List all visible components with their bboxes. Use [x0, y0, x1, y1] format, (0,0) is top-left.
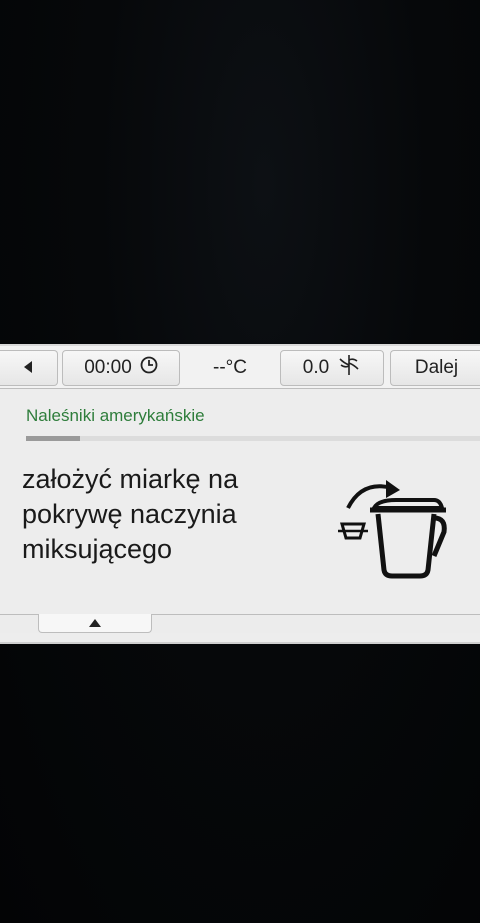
back-button[interactable] [0, 350, 58, 386]
clock-icon [140, 356, 158, 380]
device-screen: 00:00 --°C 0.0 Dalej Naleśniki amerykańs… [0, 344, 480, 644]
up-arrow-icon [89, 614, 101, 632]
next-button[interactable]: Dalej [390, 350, 480, 386]
timer-value: 00:00 [84, 357, 132, 378]
temperature-value: --°C [213, 357, 247, 378]
scroll-up-tab[interactable] [38, 614, 152, 633]
temperature-button[interactable]: --°C [182, 350, 278, 386]
measuring-cup-onto-lid-icon [334, 474, 450, 582]
bottom-bar [0, 614, 480, 633]
speed-button[interactable]: 0.0 [280, 350, 384, 386]
progress-bar [26, 436, 480, 441]
status-bar: 00:00 --°C 0.0 Dalej [0, 346, 480, 389]
blade-icon [337, 353, 361, 383]
recipe-title: Naleśniki amerykańskie [26, 406, 205, 425]
progress-fill [26, 436, 81, 441]
timer-button[interactable]: 00:00 [62, 350, 180, 386]
speed-value: 0.0 [302, 357, 330, 378]
back-arrow-icon [23, 357, 34, 379]
step-instruction: założyć miarkę na pokrywę naczynia miksu… [22, 464, 239, 564]
next-label: Dalej [414, 357, 459, 378]
